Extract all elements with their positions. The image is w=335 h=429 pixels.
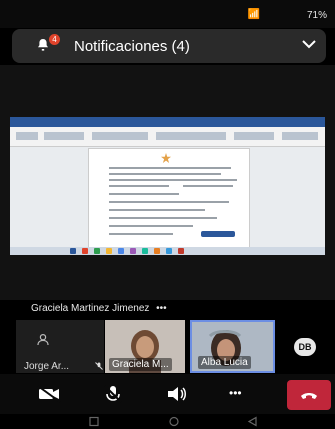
toolbar-item: [92, 132, 148, 140]
notification-badge: 4: [49, 34, 60, 45]
presenter-name: Graciela Martinez Jimenez •••: [31, 303, 167, 314]
back-icon[interactable]: [247, 416, 259, 427]
participant-tile-graciela[interactable]: Graciela M...: [105, 320, 185, 373]
document-line: [109, 209, 205, 211]
notifications-bar[interactable]: 4 Notificaciones (4): [12, 29, 326, 63]
phone-hangup-icon: [301, 393, 317, 399]
presenter-more-button[interactable]: •••: [156, 303, 167, 314]
home-icon[interactable]: [168, 416, 180, 427]
end-call-button[interactable]: [287, 380, 331, 410]
battery-status: 71%: [306, 10, 327, 21]
participant-tile-alba[interactable]: Alba Lucia: [190, 320, 275, 373]
document-button: [201, 231, 235, 237]
taskbar-icon: [70, 248, 76, 254]
document-line: [109, 185, 169, 187]
mic-muted-icon: [95, 362, 103, 370]
logo-icon: [161, 153, 171, 163]
toolbar-item: [282, 132, 318, 140]
document-line: [109, 217, 217, 219]
word-toolbar: [10, 127, 325, 147]
shared-screen-area: [0, 65, 335, 300]
taskbar-icon: [82, 248, 88, 254]
taskbar-icon: [94, 248, 100, 254]
document-line: [183, 185, 233, 187]
taskbar-icon: [154, 248, 160, 254]
document-line: [109, 225, 193, 227]
camera-off-icon[interactable]: [36, 383, 62, 405]
call-controls: •••: [0, 374, 335, 414]
toolbar-item: [156, 132, 226, 140]
document-line: [109, 193, 179, 195]
speaker-icon[interactable]: [164, 383, 190, 405]
document-line: [109, 167, 231, 169]
bell-icon: [38, 39, 48, 51]
taskbar-icon: [106, 248, 112, 254]
participant-label: Jorge Ar...: [24, 361, 70, 372]
taskbar-icon: [166, 248, 172, 254]
more-options-button[interactable]: •••: [229, 386, 242, 400]
toolbar-item: [234, 132, 274, 140]
person-icon: [37, 334, 49, 346]
notifications-title: Notificaciones (4): [74, 38, 190, 55]
taskbar-icon: [118, 248, 124, 254]
shared-screen[interactable]: [10, 117, 325, 255]
recent-apps-icon[interactable]: [88, 416, 100, 427]
document-line: [109, 201, 229, 203]
participant-label: Graciela M...: [109, 358, 172, 371]
avatar[interactable]: DB: [294, 338, 316, 356]
participant-tile-jorge[interactable]: Jorge Ar...: [16, 320, 104, 373]
wifi-icon: 📶: [247, 9, 260, 20]
chevron-down-icon[interactable]: [302, 39, 316, 49]
toolbar-item: [16, 132, 38, 140]
windows-taskbar: [10, 247, 325, 255]
taskbar-icon: [142, 248, 148, 254]
participant-label: Alba Lucia: [198, 356, 251, 369]
document-line: [109, 233, 173, 235]
document-page: [88, 148, 250, 248]
status-bar: 📶 71%: [0, 0, 335, 28]
document-line: [109, 179, 237, 181]
android-nav-bar: [0, 414, 335, 429]
document-line: [109, 173, 221, 175]
taskbar-icon: [178, 248, 184, 254]
presenter-name-text: Graciela Martinez Jimenez: [31, 303, 150, 314]
participant-tiles: Jorge Ar... Graciela M... Alba Lucia DB: [0, 320, 335, 373]
word-ribbon: [10, 117, 325, 127]
toolbar-item: [44, 132, 84, 140]
mic-off-icon[interactable]: [100, 383, 126, 405]
taskbar-icon: [130, 248, 136, 254]
